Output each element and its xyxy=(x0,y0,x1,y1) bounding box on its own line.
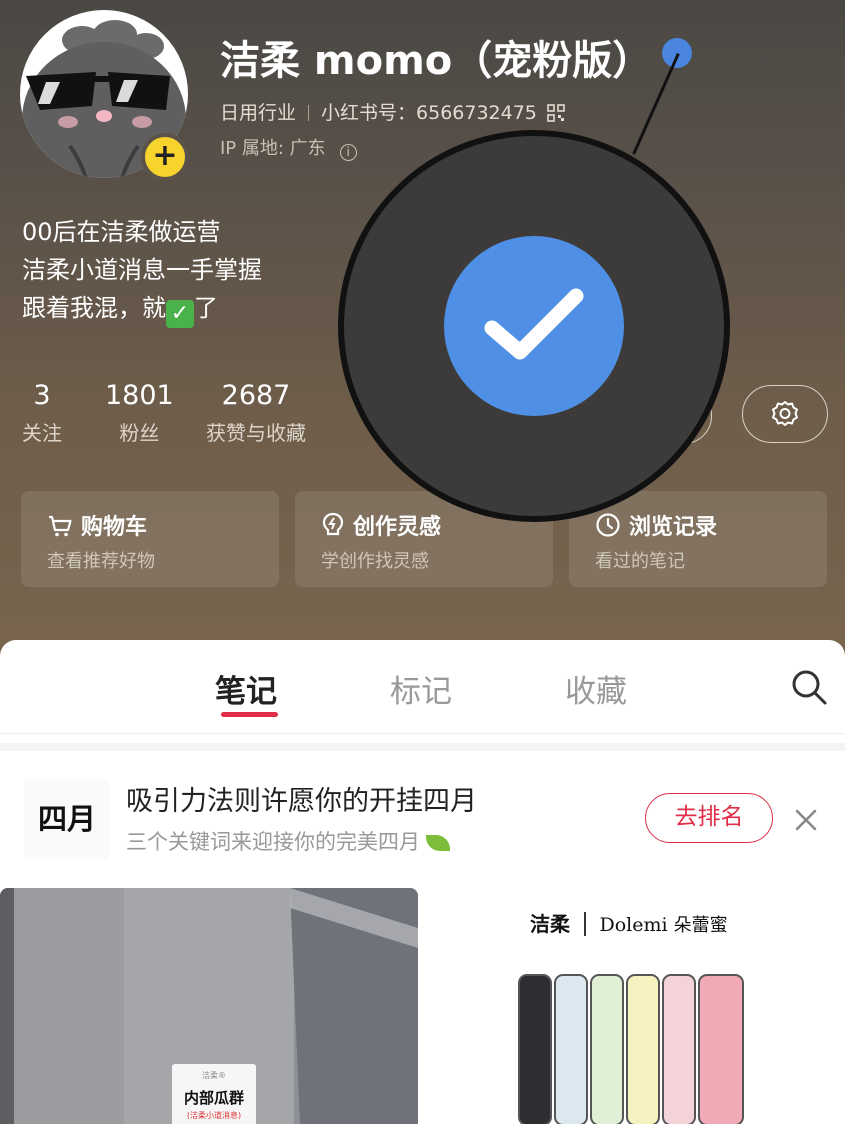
phone-image xyxy=(698,974,744,1124)
brand-divider xyxy=(584,912,586,936)
gear-icon xyxy=(772,401,798,426)
clock-icon xyxy=(596,513,620,537)
card-title-text: 购物车 xyxy=(81,515,148,540)
bio-line-3: 跟着我混，就 ✓ 了 xyxy=(22,289,262,328)
stat-value: 2687 xyxy=(221,380,291,411)
ip-location-row: IP 属地: 广东 i xyxy=(220,134,357,161)
ip-location: IP 属地: 广东 xyxy=(220,138,326,159)
bulb-icon xyxy=(322,512,344,536)
event-banner[interactable]: 四月 吸引力法则许愿你的开挂四月 三个关键词来迎接你的完美四月 去排名 xyxy=(0,743,845,880)
phone-image xyxy=(626,974,660,1124)
bio-line-3-end: 了 xyxy=(194,294,218,322)
brand-logo-jierou: 洁柔 xyxy=(530,912,570,936)
feed-note-card[interactable]: 洁柔® 内部瓜群 (洁柔小道消息) xyxy=(0,888,418,1124)
poster-note: (洁柔小道消息) xyxy=(186,1111,242,1120)
checkmark-icon xyxy=(484,288,584,360)
verified-check-icon xyxy=(444,236,624,416)
qr-code-icon[interactable] xyxy=(547,104,565,122)
card-title-text: 创作灵感 xyxy=(353,515,442,540)
card-title-text: 浏览记录 xyxy=(629,515,718,540)
content-tabs: 笔记 标记 收藏 xyxy=(0,640,845,734)
banner-subtitle-text: 三个关键词来迎接你的完美四月 xyxy=(126,830,420,854)
phone-image xyxy=(662,974,696,1124)
add-avatar-button[interactable]: + xyxy=(141,133,189,181)
profile-bio: 00后在洁柔做运营 洁柔小道消息一手掌握 跟着我混，就 ✓ 了 xyxy=(22,213,262,328)
tab-marks[interactable]: 标记 xyxy=(390,666,452,711)
brand-logo-cn: 朵蕾蜜 xyxy=(673,915,728,936)
shopping-cart-card[interactable]: 购物车 查看推荐好物 xyxy=(21,491,279,587)
banner-title: 吸引力法则许愿你的开挂四月 xyxy=(126,786,477,817)
verified-badge-zoom-callout xyxy=(338,130,730,522)
phone-image xyxy=(590,974,624,1124)
brand-logo-dolemi: Dolemi xyxy=(599,914,668,936)
stat-value: 3 xyxy=(33,380,51,411)
poster-sign: 洁柔® 内部瓜群 (洁柔小道消息) xyxy=(172,1064,256,1124)
industry-label: 日用行业 xyxy=(220,102,297,124)
poster-title: 内部瓜群 xyxy=(183,1089,244,1107)
go-rank-button[interactable]: 去排名 xyxy=(645,793,773,843)
banner-subtitle: 三个关键词来迎接你的完美四月 xyxy=(126,826,450,856)
phone-image xyxy=(554,974,588,1124)
card-title: 购物车 xyxy=(47,509,147,541)
phone-image xyxy=(518,974,552,1124)
tab-collections[interactable]: 收藏 xyxy=(565,666,627,711)
bio-line-1: 00后在洁柔做运营 xyxy=(22,218,221,246)
settings-button[interactable] xyxy=(742,385,828,443)
cart-icon xyxy=(49,515,72,537)
leaf-icon xyxy=(426,835,450,851)
stat-followers[interactable]: 1801 粉丝 xyxy=(105,380,174,446)
card-subtitle: 查看推荐好物 xyxy=(47,551,155,572)
tab-notes[interactable]: 笔记 xyxy=(215,666,277,711)
check-mark-emoji-icon: ✓ xyxy=(166,300,194,328)
banner-badge: 四月 xyxy=(24,779,110,859)
stat-label: 粉丝 xyxy=(119,421,160,445)
stat-following[interactable]: 3 关注 xyxy=(22,380,62,446)
card-title: 创作灵感 xyxy=(321,509,441,541)
info-icon[interactable]: i xyxy=(339,144,357,161)
bio-line-3-text: 跟着我混，就 xyxy=(22,294,166,322)
card-subtitle: 学创作找灵感 xyxy=(321,551,429,572)
stat-label: 关注 xyxy=(22,421,62,445)
redbook-id[interactable]: 小红书号：6566732475 xyxy=(321,102,537,124)
profile-meta-row: 日用行业 小红书号：6566732475 xyxy=(220,98,565,125)
bio-line-2: 洁柔小道消息一手掌握 xyxy=(22,256,262,284)
stat-likes-collects[interactable]: 2687 获赞与收藏 xyxy=(206,380,306,446)
poster-top-text: 洁柔® xyxy=(202,1071,226,1080)
card-subtitle: 看过的笔记 xyxy=(595,551,685,572)
profile-header: + 洁柔 momo（宠粉版） 日用行业 小红书号：6566732475 IP 属地… xyxy=(0,0,845,680)
stat-label: 获赞与收藏 xyxy=(206,421,306,445)
profile-name: 洁柔 momo（宠粉版） xyxy=(220,38,653,84)
feed-note-card[interactable]: 洁柔 Dolemi 朵蕾蜜 xyxy=(426,888,845,1124)
card-title: 浏览记录 xyxy=(595,509,717,541)
close-icon[interactable] xyxy=(792,806,820,834)
search-icon[interactable] xyxy=(790,668,828,706)
meta-divider xyxy=(308,105,310,121)
stat-value: 1801 xyxy=(105,380,174,411)
brand-logo-row: 洁柔 Dolemi 朵蕾蜜 xyxy=(530,908,728,937)
active-tab-indicator xyxy=(221,712,278,717)
